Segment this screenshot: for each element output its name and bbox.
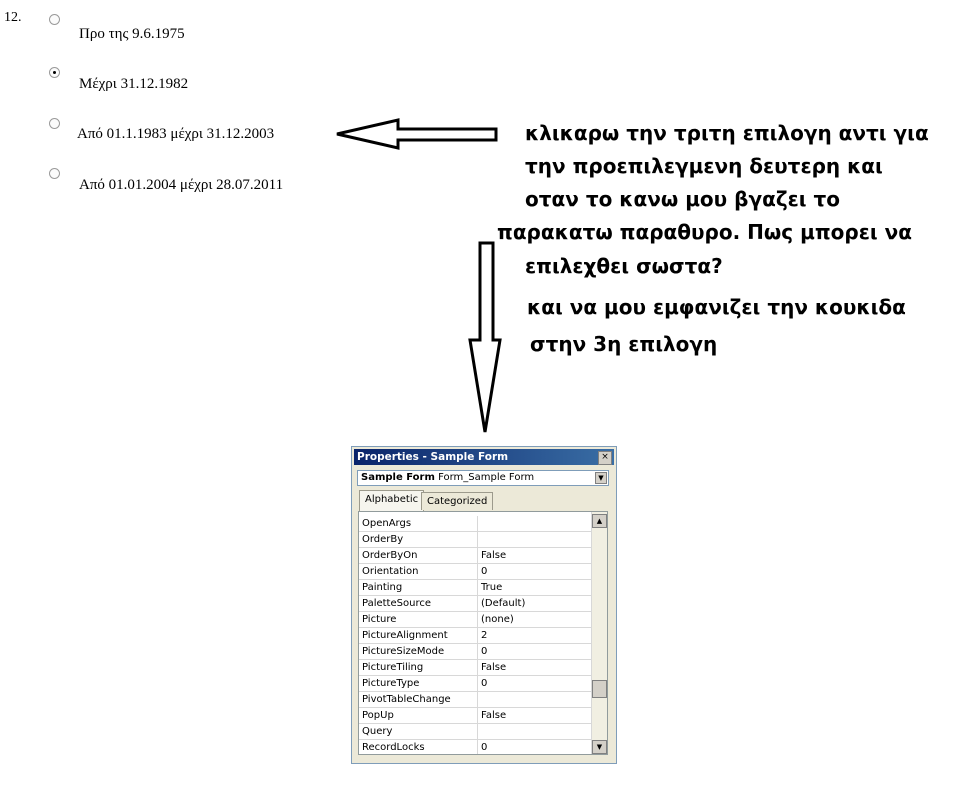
property-row[interactable]: Query: [359, 723, 591, 740]
object-selector[interactable]: Sample Form Form_Sample Form ▼: [357, 470, 609, 486]
property-row[interactable]: Picture (none): [359, 611, 591, 628]
annotation-line-3: οταν το κανω μου βγαζει το: [525, 187, 841, 211]
property-value[interactable]: 2: [477, 627, 591, 644]
annotation-line-2: την προεπιλεγμενη δευτερη και: [525, 154, 883, 178]
properties-title: Properties - Sample Form: [357, 451, 509, 463]
property-name: OrderBy: [359, 531, 478, 548]
property-name: Orientation: [359, 563, 478, 580]
property-name: PaletteSource: [359, 595, 478, 612]
annotation-line-5: επιλεχθει σωστα?: [525, 254, 723, 278]
property-grid: OpenArgs OrderBy OrderByOn False Orientation…: [358, 511, 608, 755]
property-value[interactable]: 0: [477, 563, 591, 580]
property-name: PopUp: [359, 707, 478, 724]
selector-object-name: Form_Sample Form: [438, 472, 535, 483]
property-row[interactable]: RecordLocks 0: [359, 739, 591, 754]
property-value[interactable]: 0: [477, 739, 591, 754]
property-row[interactable]: OrderBy: [359, 531, 591, 548]
property-name: PictureSizeMode: [359, 643, 478, 660]
scroll-down-icon[interactable]: ▼: [592, 740, 607, 754]
selector-object-type: Sample Form: [361, 472, 435, 483]
property-name: OpenArgs: [359, 516, 478, 532]
property-name: OrderByOn: [359, 547, 478, 564]
property-value[interactable]: False: [477, 547, 591, 564]
property-row[interactable]: OrderByOn False: [359, 547, 591, 564]
properties-titlebar[interactable]: Properties - Sample Form ×: [354, 449, 614, 465]
property-name: PictureAlignment: [359, 627, 478, 644]
annotation-line-4: παρακατω παραθυρο. Πως μπορει να: [497, 220, 912, 244]
property-value[interactable]: [477, 531, 591, 548]
property-value[interactable]: (Default): [477, 595, 591, 612]
close-icon[interactable]: ×: [598, 451, 612, 465]
property-value[interactable]: 0: [477, 643, 591, 660]
property-name: Painting: [359, 579, 478, 596]
property-name: RecordLocks: [359, 739, 478, 754]
property-table: OpenArgs OrderBy OrderByOn False Orientation…: [359, 516, 591, 754]
properties-window: Properties - Sample Form × Sample Form F…: [351, 446, 617, 764]
scrollbar-thumb[interactable]: [592, 680, 607, 698]
property-name: PictureType: [359, 675, 478, 692]
property-row[interactable]: Painting True: [359, 579, 591, 596]
property-row[interactable]: PictureAlignment 2: [359, 627, 591, 644]
property-value[interactable]: (none): [477, 611, 591, 628]
property-value[interactable]: True: [477, 579, 591, 596]
tab-categorized[interactable]: Categorized: [421, 492, 494, 510]
property-value[interactable]: 0: [477, 675, 591, 692]
vertical-scrollbar[interactable]: ▲ ▼: [591, 512, 607, 754]
property-value[interactable]: False: [477, 659, 591, 676]
property-row[interactable]: PivotTableChange: [359, 691, 591, 708]
property-value[interactable]: False: [477, 707, 591, 724]
property-value[interactable]: [477, 691, 591, 708]
annotation-line-6: και να μου εμφανιζει την κουκιδα: [527, 295, 906, 319]
property-row[interactable]: PictureSizeMode 0: [359, 643, 591, 660]
property-row[interactable]: OpenArgs: [359, 516, 591, 532]
property-name: Picture: [359, 611, 478, 628]
annotation-line-7: στην 3η επιλογη: [530, 332, 718, 356]
tab-alphabetic[interactable]: Alphabetic: [359, 490, 425, 511]
scroll-up-icon[interactable]: ▲: [592, 514, 607, 528]
property-row[interactable]: PopUp False: [359, 707, 591, 724]
property-name: PivotTableChange: [359, 691, 478, 708]
property-row[interactable]: Orientation 0: [359, 563, 591, 580]
property-value[interactable]: [477, 516, 591, 532]
chevron-down-icon[interactable]: ▼: [595, 472, 607, 484]
property-row[interactable]: PictureType 0: [359, 675, 591, 692]
down-arrow-icon: [468, 241, 502, 433]
property-name: Query: [359, 723, 478, 740]
property-name: PictureTiling: [359, 659, 478, 676]
property-row[interactable]: PictureTiling False: [359, 659, 591, 676]
property-value[interactable]: [477, 723, 591, 740]
property-row[interactable]: PaletteSource (Default): [359, 595, 591, 612]
annotation-line-1: κλικαρω την τριτη επιλογη αντι για: [525, 121, 929, 145]
left-arrow-icon: [336, 118, 498, 150]
